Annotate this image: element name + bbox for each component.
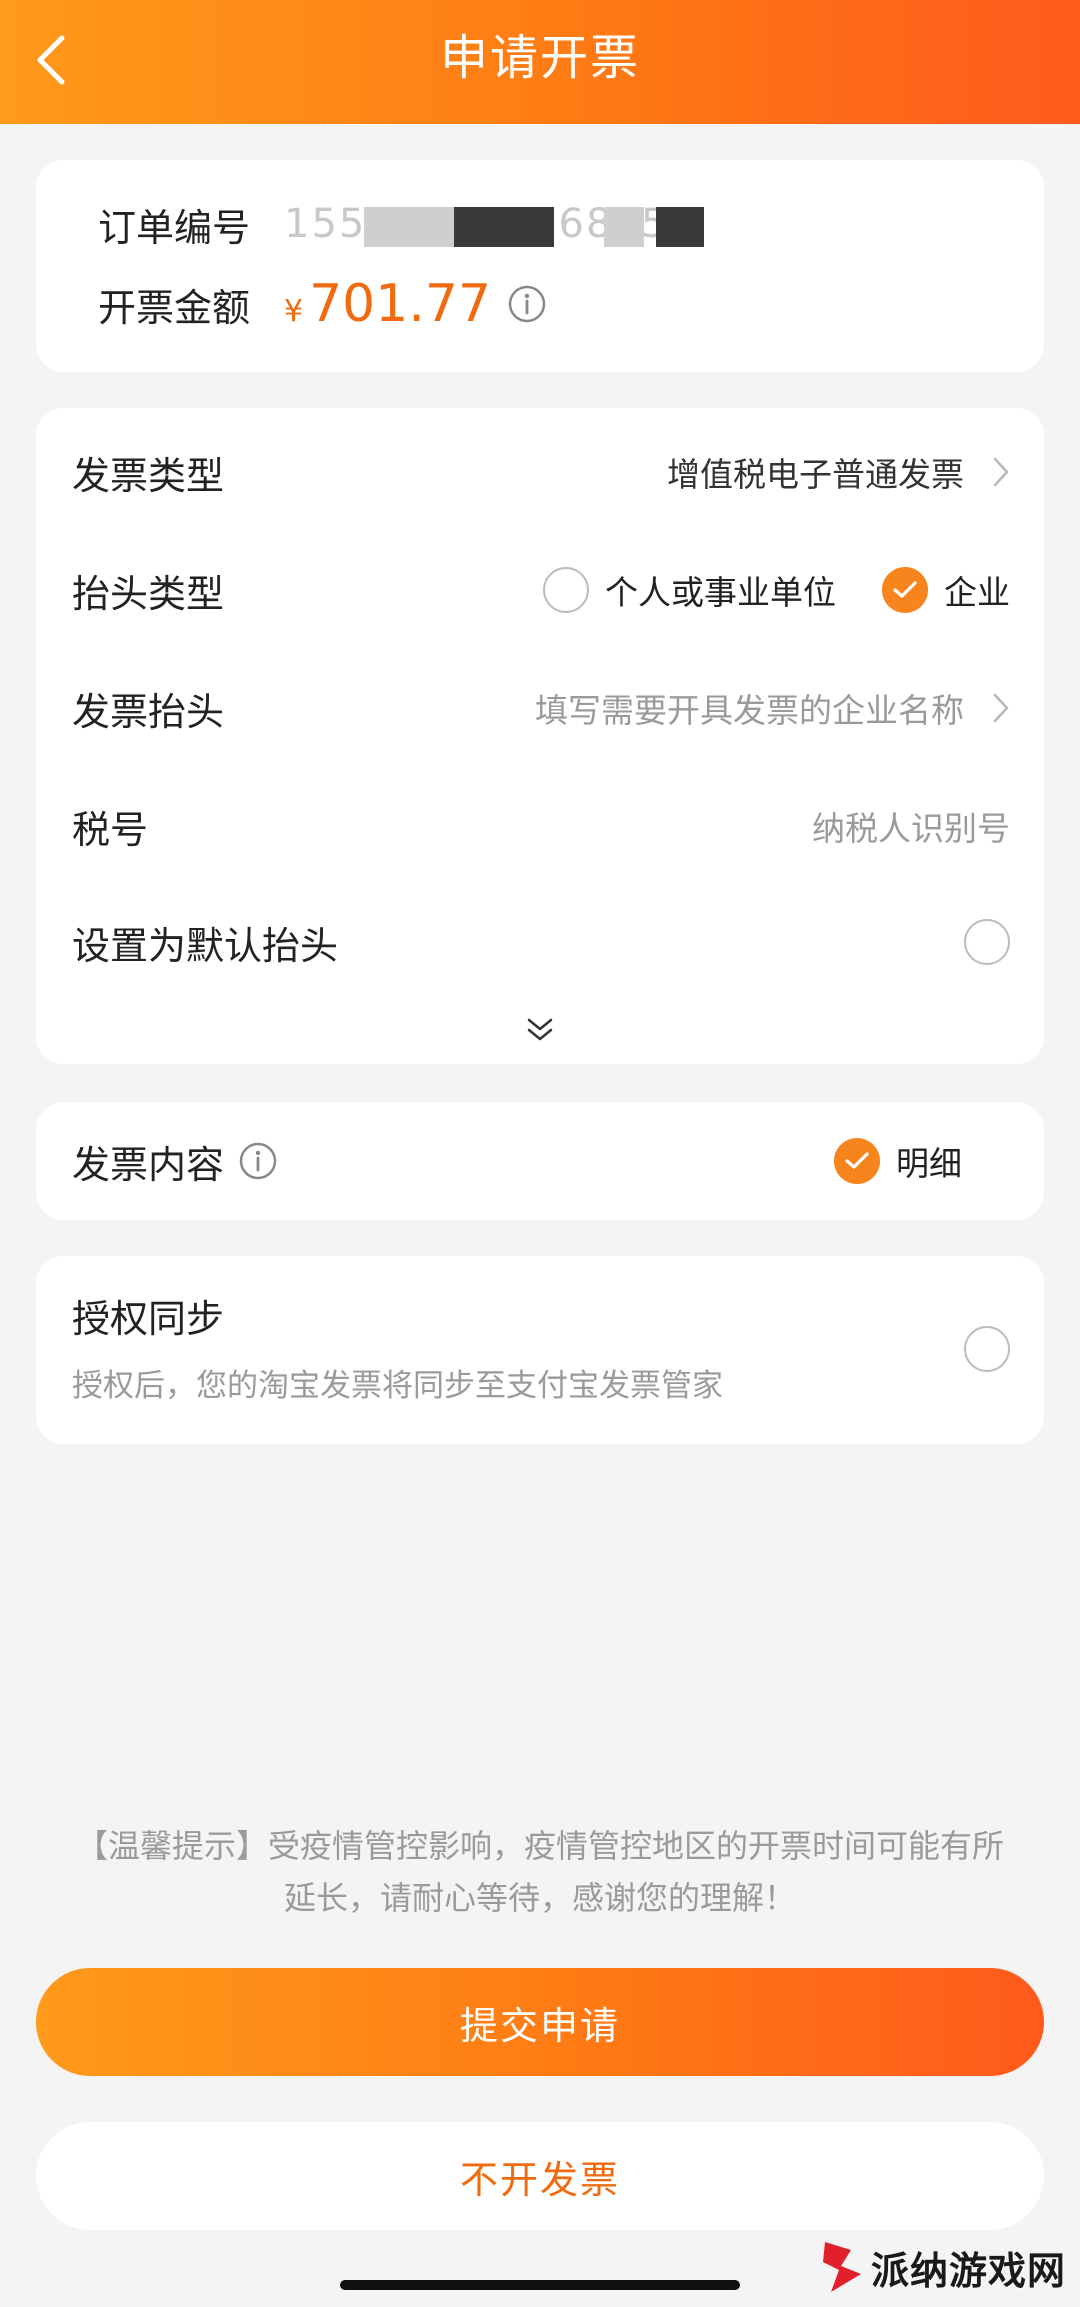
title-type-option-personal-label: 个人或事业单位 [605, 573, 836, 612]
order-amount-label: 开票金额 [98, 285, 251, 330]
expand-more-button[interactable] [36, 1010, 1044, 1050]
watermark-logo-icon [822, 2242, 861, 2292]
chevron-right-icon [992, 691, 1010, 725]
redaction-mask [364, 207, 454, 247]
page-title: 申请开票 [439, 30, 640, 86]
tax-number-label: 税号 [72, 807, 149, 852]
redaction-mask [656, 207, 704, 247]
redaction-mask [454, 207, 554, 247]
default-title-label: 设置为默认抬头 [72, 923, 339, 968]
invoice-content-option-label: 明细 [896, 1144, 962, 1183]
notice-text: 【温馨提示】受疫情管控影响，疫情管控地区的开票时间可能有所 延长，请耐心等待，感… [50, 1820, 1030, 1924]
tax-number-placeholder: 纳税人识别号 [812, 809, 1010, 848]
info-icon[interactable] [238, 1141, 278, 1181]
invoice-title-row[interactable]: 发票抬头 填写需要开具发票的企业名称 [36, 668, 1044, 748]
home-indicator[interactable] [340, 2280, 740, 2290]
double-chevron-down-icon [527, 1018, 553, 1041]
invoice-content-label: 发票内容 [72, 1142, 225, 1187]
radio-unchecked-icon [964, 919, 1010, 965]
invoice-type-value: 增值税电子普通发票 [667, 455, 964, 494]
order-amount: ¥ 701.77 [284, 274, 491, 334]
order-amount-row: 开票金额 ¥ 701.77 [98, 274, 547, 334]
invoice-type-selector[interactable]: 增值税电子普通发票 [667, 448, 1010, 496]
title-type-option-company[interactable]: 企业 [882, 566, 1010, 614]
default-title-row: 设置为默认抬头 [36, 902, 1044, 982]
auth-sync-description: 授权后，您的淘宝发票将同步至支付宝发票管家 [72, 1368, 723, 1404]
tax-number-row: 税号 纳税人识别号 [36, 786, 1044, 866]
notice-line-1: 【温馨提示】受疫情管控影响，疫情管控地区的开票时间可能有所 [75, 1827, 1004, 1865]
title-type-option-company-label: 企业 [944, 573, 1010, 612]
order-number-label: 订单编号 [98, 205, 251, 250]
invoice-title-label: 发票抬头 [72, 689, 225, 734]
invoice-title-input[interactable]: 填写需要开具发票的企业名称 [535, 684, 1010, 732]
skip-invoice-button[interactable]: 不开发票 [36, 2122, 1044, 2230]
title-type-options: 个人或事业单位 企业 [543, 566, 1010, 614]
title-type-option-personal[interactable]: 个人或事业单位 [543, 566, 836, 614]
watermark: 派纳游戏网 [766, 2232, 1066, 2302]
auth-sync-title: 授权同步 [72, 1297, 225, 1341]
info-icon[interactable] [507, 284, 547, 324]
title-type-row: 抬头类型 个人或事业单位 企业 [36, 550, 1044, 630]
title-type-label: 抬头类型 [72, 571, 225, 616]
notice-line-2: 延长，请耐心等待，感谢您的理解！ [283, 1879, 796, 1917]
invoice-type-label: 发票类型 [72, 453, 225, 498]
invoice-title-placeholder: 填写需要开具发票的企业名称 [535, 691, 964, 730]
submit-button[interactable]: 提交申请 [36, 1968, 1044, 2076]
watermark-text: 派纳游戏网 [870, 2248, 1066, 2293]
chevron-right-icon [992, 455, 1010, 489]
amount-value: 701.77 [309, 274, 492, 334]
auth-sync-card: 授权同步 授权后，您的淘宝发票将同步至支付宝发票管家 [36, 1256, 1044, 1444]
invoice-type-row[interactable]: 发票类型 增值税电子普通发票 [36, 432, 1044, 512]
invoice-form-card: 发票类型 增值税电子普通发票 抬头类型 个人或事业单位 企业 发票抬头 填写需要… [36, 408, 1044, 1064]
tax-number-input[interactable]: 纳税人识别号 [812, 802, 1010, 850]
radio-checked-icon [882, 567, 928, 613]
currency-symbol: ¥ [284, 294, 304, 329]
invoice-content-row: 发票内容 明细 [36, 1121, 1044, 1201]
order-number-row: 订单编号 1557154691681532 [98, 194, 704, 254]
top-bar: 申请开票 [0, 0, 1080, 124]
redaction-mask [604, 207, 644, 247]
radio-checked-icon [834, 1138, 880, 1184]
order-info-card: 订单编号 1557154691681532 开票金额 ¥ 701.77 [36, 160, 1044, 372]
invoice-content-card: 发票内容 明细 [36, 1102, 1044, 1220]
auth-sync-toggle[interactable] [964, 1326, 1010, 1372]
radio-unchecked-icon [543, 567, 589, 613]
page: 申请开票 订单编号 1557154691681532 开票金额 ¥ 701.77 [0, 0, 1080, 2307]
default-title-toggle[interactable] [964, 919, 1010, 965]
order-number-value: 1557154691681532 [284, 201, 704, 247]
invoice-content-option[interactable]: 明细 [834, 1137, 962, 1185]
